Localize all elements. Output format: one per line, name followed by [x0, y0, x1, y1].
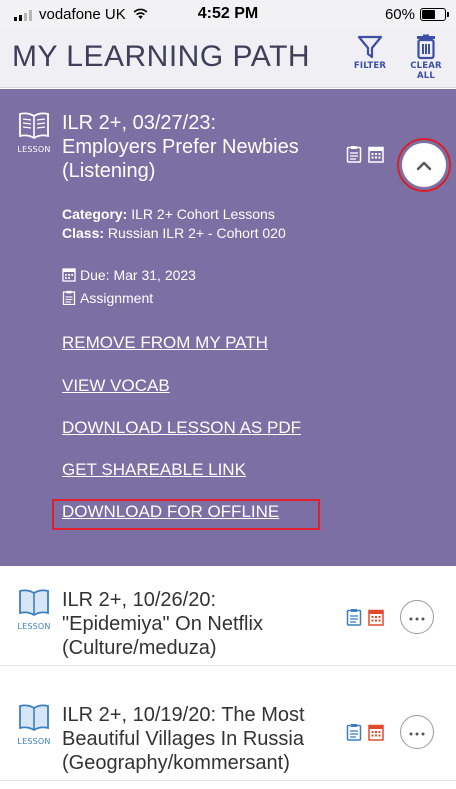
calendar-icon: [62, 267, 76, 287]
list-item[interactable]: LESSON ILR 2+, 10/19/20: The Most Beauti…: [0, 681, 456, 781]
battery-icon: [420, 8, 449, 21]
clear-all-label: CLEAR ALL: [410, 61, 442, 81]
item-status-icons: [346, 608, 384, 630]
lesson-title-line: Beautiful Villages In Russia: [62, 728, 304, 750]
lesson-title-line: ILR 2+, 10/19/20: The Most: [62, 704, 305, 726]
lesson-class: Class: Russian ILR 2+ - Cohort 020: [62, 224, 286, 243]
lesson-type: LESSON: [12, 111, 56, 154]
due-text: Due: Mar 31, 2023: [80, 267, 196, 283]
trash-icon: [400, 34, 452, 60]
remove-from-path-link[interactable]: REMOVE FROM MY PATH: [62, 333, 268, 353]
status-bar: vodafone UK 4:52 PM 60%: [0, 0, 456, 30]
category-label: Category:: [62, 206, 128, 222]
lesson-category: Category: ILR 2+ Cohort Lessons: [62, 205, 275, 224]
clear-all-button[interactable]: CLEAR ALL: [400, 34, 452, 81]
lesson-title-line: (Listening): [62, 160, 156, 182]
due-date: Due: Mar 31, 2023: [62, 266, 196, 287]
filter-button[interactable]: FILTER: [344, 34, 396, 71]
class-value: Russian ILR 2+ - Cohort 020: [107, 225, 286, 241]
clipboard-icon: [346, 723, 362, 745]
download-offline-highlight: [52, 499, 320, 530]
lesson-type: LESSON: [12, 588, 56, 631]
category-value: ILR 2+ Cohort Lessons: [131, 206, 275, 222]
view-vocab-link[interactable]: VIEW VOCAB: [62, 376, 170, 396]
lesson-title[interactable]: ILR 2+, 03/27/23: Employers Prefer Newbi…: [62, 111, 342, 183]
download-pdf-link[interactable]: DOWNLOAD LESSON AS PDF: [62, 418, 301, 438]
book-icon: [18, 589, 50, 620]
expanded-lesson-card: LESSON ILR 2+, 03/27/23: Employers Prefe…: [0, 89, 456, 566]
assignment-text: Assignment: [80, 290, 154, 306]
clipboard-icon: [346, 608, 362, 630]
calendar-icon: [368, 608, 384, 630]
lesson-title-line: "Epidemiya" On Netflix: [62, 613, 263, 635]
get-shareable-link[interactable]: GET SHAREABLE LINK: [62, 460, 246, 480]
assignment-tag: Assignment: [62, 289, 153, 310]
clipboard-icon: [346, 145, 362, 167]
lesson-title: ILR 2+, 10/19/20: The Most Beautiful Vil…: [62, 703, 342, 775]
lesson-title-line: Employers Prefer Newbies: [62, 136, 299, 158]
calendar-icon: [368, 145, 384, 167]
page-title: MY LEARNING PATH: [12, 40, 311, 73]
battery-percent: 60%: [384, 6, 415, 23]
clipboard-icon: [62, 290, 76, 310]
filter-icon: [344, 34, 396, 60]
book-icon: [18, 704, 50, 735]
filter-label: FILTER: [353, 61, 387, 71]
lesson-title: ILR 2+, 10/26/20: "Epidemiya" On Netflix…: [62, 588, 342, 660]
lesson-label: LESSON: [17, 622, 51, 631]
lesson-title-line: ILR 2+, 10/26/20:: [62, 589, 217, 611]
lesson-title-line: (Geography/kommersant): [62, 752, 290, 774]
book-icon: [18, 112, 50, 143]
more-icon: [409, 609, 425, 625]
status-right: 60%: [384, 6, 449, 23]
lesson-type: LESSON: [12, 703, 56, 746]
item-status-icons: [346, 145, 384, 167]
collapse-button-highlight: [397, 138, 451, 192]
more-icon: [409, 724, 425, 740]
more-options-button[interactable]: [400, 715, 434, 749]
list-item[interactable]: LESSON ILR 2+, 10/26/20: "Epidemiya" On …: [0, 566, 456, 666]
lesson-label: LESSON: [17, 737, 51, 746]
lesson-title-line: ILR 2+, 03/27/23:: [62, 112, 217, 134]
lesson-label: LESSON: [17, 145, 51, 154]
class-label: Class:: [62, 225, 105, 241]
lesson-title-line: (Culture/meduza): [62, 637, 217, 659]
item-status-icons: [346, 723, 384, 745]
calendar-icon: [368, 723, 384, 745]
app-header: MY LEARNING PATH FILTER CLEAR ALL: [0, 30, 456, 88]
more-options-button[interactable]: [400, 600, 434, 634]
